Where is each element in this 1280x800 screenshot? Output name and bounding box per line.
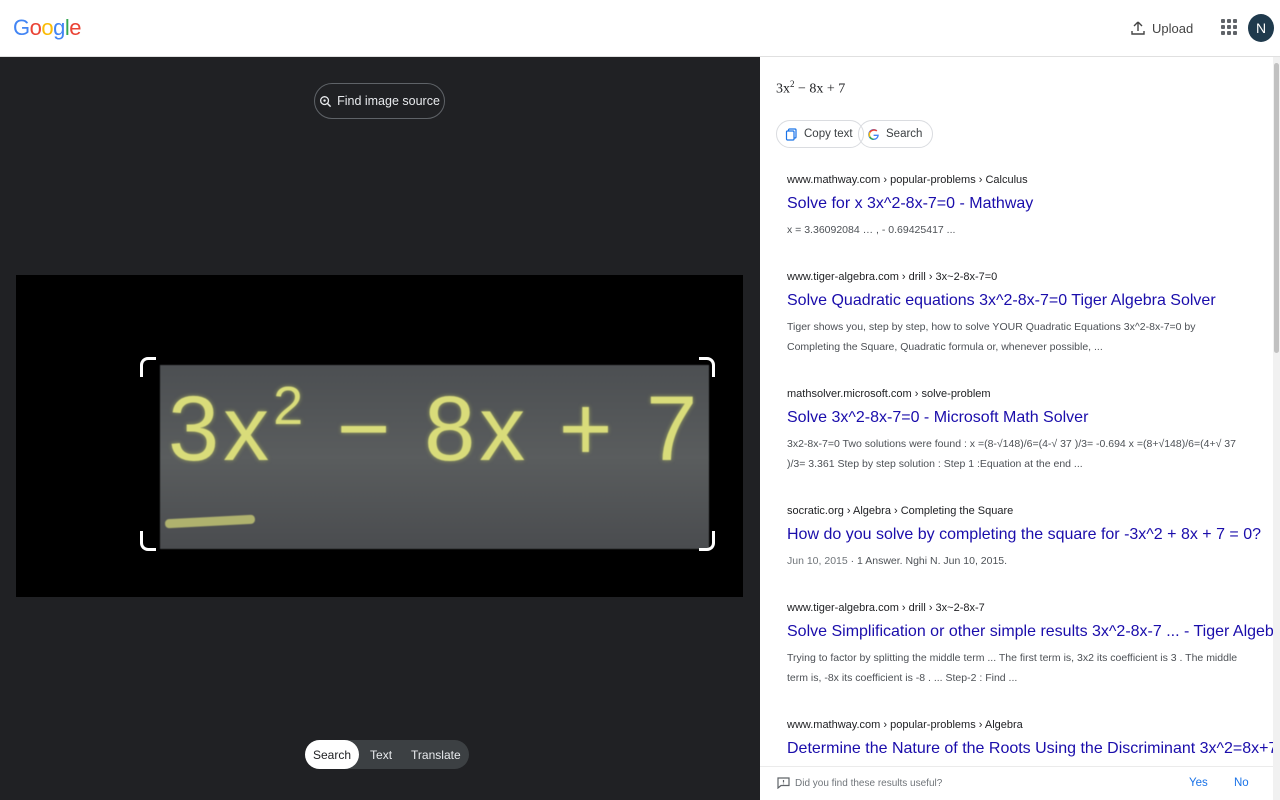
search-text-button[interactable]: Search [858, 120, 934, 148]
feedback-yes-button[interactable]: Yes [1189, 777, 1208, 789]
find-image-source-button[interactable]: Find image source [314, 83, 445, 119]
tab-text[interactable]: Text [359, 740, 403, 769]
result-snippet: x = 3.36092084 … , - 0.69425417 ... [787, 224, 956, 236]
upload-button[interactable]: Upload [1130, 16, 1193, 40]
copy-text-label: Copy text [804, 128, 853, 140]
image-pane: Find image source 3x2 − 8x + 7 Search Te… [0, 57, 760, 800]
feedback-question: Did you find these results useful? [795, 778, 943, 789]
apps-grid-icon[interactable] [1221, 19, 1237, 35]
result-title-link[interactable]: How do you solve by completing the squar… [787, 526, 1261, 544]
result-snippet: Trying to factor by splitting the middle… [787, 652, 1238, 684]
google-logo[interactable]: Google [13, 15, 82, 41]
crop-handle-top-left[interactable] [140, 357, 156, 377]
search-result: socratic.org › Algebra › Completing the … [787, 505, 1261, 571]
feedback-bar: Did you find these results useful? Yes N… [760, 766, 1273, 800]
underline-mark [164, 514, 256, 529]
lens-search-icon [320, 95, 332, 107]
feedback-no-button[interactable]: No [1234, 777, 1249, 789]
find-image-source-label: Find image source [337, 94, 440, 108]
result-url[interactable]: www.tiger-algebra.com › drill › 3x~2-8x-… [787, 271, 1247, 283]
copy-text-button[interactable]: Copy text [776, 120, 864, 148]
upload-label: Upload [1152, 20, 1194, 36]
result-title-link[interactable]: Determine the Nature of the Roots Using … [787, 740, 1277, 758]
crop-handle-bottom-right[interactable] [699, 531, 715, 551]
search-result: www.tiger-algebra.com › drill › 3x~2-8x-… [787, 602, 1280, 688]
result-url[interactable]: www.tiger-algebra.com › drill › 3x~2-8x-… [787, 602, 1247, 614]
logo-letter: o [29, 15, 42, 40]
results-pane: 3x2 − 8x + 7 Copy text Search www.mathwa… [760, 57, 1280, 800]
result-url[interactable]: socratic.org › Algebra › Completing the … [787, 505, 1247, 517]
upload-icon [1131, 21, 1145, 35]
crop-handle-bottom-left[interactable] [140, 531, 156, 551]
result-url[interactable]: mathsolver.microsoft.com › solve-problem [787, 388, 1247, 400]
result-url[interactable]: www.mathway.com › popular-problems › Alg… [787, 719, 1247, 731]
account-avatar[interactable]: N [1248, 14, 1274, 42]
result-date: Jun 10, 2015 [787, 555, 848, 567]
result-title-link[interactable]: Solve 3x^2-8x-7=0 - Microsoft Math Solve… [787, 409, 1247, 427]
lens-mode-tabs: Search Text Translate [305, 740, 469, 769]
top-header: Google Upload N [0, 0, 1280, 57]
result-snippet: Tiger shows you, step by step, how to so… [787, 321, 1196, 353]
equation-image-text: 3x2 − 8x + 7 [168, 376, 702, 480]
logo-letter: e [69, 15, 82, 40]
search-result: www.mathway.com › popular-problems › Alg… [787, 719, 1277, 758]
copy-icon [785, 127, 797, 141]
search-result: www.tiger-algebra.com › drill › 3x~2-8x-… [787, 271, 1247, 357]
uploaded-image: 3x2 − 8x + 7 [16, 275, 743, 597]
result-url[interactable]: www.mathway.com › popular-problems › Cal… [787, 174, 1247, 186]
result-snippet: Jun 10, 2015 · 1 Answer. Nghi N. Jun 10,… [787, 555, 1008, 567]
cropped-equation-image: 3x2 − 8x + 7 [160, 365, 709, 549]
search-result: www.mathway.com › popular-problems › Cal… [787, 174, 1247, 240]
result-snippet: 3x2-8x-7=0 Two solutions were found : x … [787, 438, 1236, 470]
tab-search[interactable]: Search [305, 740, 360, 769]
result-title-link[interactable]: Solve for x 3x^2-8x-7=0 - Mathway [787, 195, 1247, 213]
tab-translate[interactable]: Translate [403, 740, 469, 769]
feedback-icon [777, 777, 790, 789]
detected-text: 3x2 − 8x + 7 [776, 79, 846, 97]
scrollbar-thumb[interactable] [1274, 63, 1279, 353]
search-label: Search [886, 128, 923, 140]
crop-handle-top-right[interactable] [699, 357, 715, 377]
logo-letter: o [41, 15, 54, 40]
result-title-link[interactable]: Solve Simplification or other simple res… [787, 623, 1280, 641]
result-title-link[interactable]: Solve Quadratic equations 3x^2-8x-7=0 Ti… [787, 292, 1247, 310]
google-g-icon [868, 128, 879, 140]
results-scrollbar[interactable] [1273, 57, 1280, 800]
logo-letter: G [13, 15, 30, 40]
search-result: mathsolver.microsoft.com › solve-problem… [787, 388, 1247, 474]
logo-letter: g [53, 15, 65, 40]
